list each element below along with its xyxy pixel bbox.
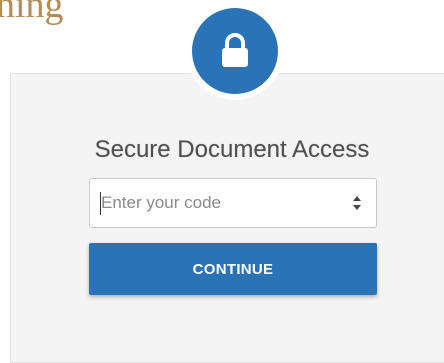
- background-heading: ning: [0, 0, 64, 26]
- continue-button[interactable]: CONTINUE: [89, 243, 377, 295]
- lock-icon: [222, 33, 248, 67]
- code-field[interactable]: [89, 178, 377, 228]
- form-title: Secure Document Access: [94, 136, 370, 163]
- text-caret: [100, 192, 101, 215]
- lock-circle: [192, 8, 278, 94]
- lock-badge: [186, 2, 284, 100]
- code-input[interactable]: [90, 179, 330, 227]
- spinner-arrows-icon[interactable]: [352, 193, 362, 213]
